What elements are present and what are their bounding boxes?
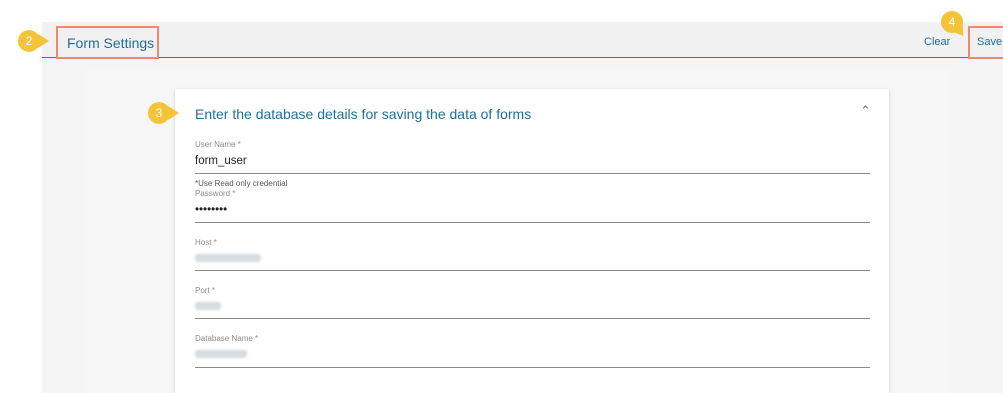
username-label: User Name * bbox=[195, 140, 241, 149]
username-input[interactable]: form_user bbox=[195, 155, 247, 167]
step-badge-4: 4 bbox=[941, 11, 963, 33]
chevron-up-icon[interactable]: ⌃ bbox=[860, 103, 871, 119]
database-name-input[interactable] bbox=[195, 350, 247, 358]
host-input[interactable] bbox=[195, 254, 261, 262]
port-label: Port * bbox=[195, 286, 216, 295]
host-underline bbox=[195, 270, 870, 271]
host-label: Host * bbox=[195, 238, 217, 247]
port-underline bbox=[195, 318, 870, 319]
page-title: Form Settings bbox=[67, 35, 155, 51]
step-badge-3: 3 bbox=[148, 102, 179, 124]
password-input[interactable]: •••••••• bbox=[195, 204, 227, 216]
username-underline bbox=[195, 173, 870, 174]
password-underline bbox=[195, 222, 870, 223]
port-input[interactable] bbox=[195, 302, 221, 310]
database-name-label: Database Name * bbox=[195, 334, 259, 343]
card-title: Enter the database details for saving th… bbox=[195, 106, 532, 122]
save-button[interactable]: Save bbox=[977, 36, 1002, 48]
header-bar bbox=[42, 22, 1003, 58]
step-badge-2: 2 bbox=[18, 30, 49, 52]
clear-button[interactable]: Clear bbox=[924, 36, 950, 48]
database-details-card bbox=[175, 89, 889, 393]
password-label: Password * bbox=[195, 189, 236, 198]
username-hint: *Use Read only credential bbox=[195, 179, 288, 188]
database-name-underline bbox=[195, 367, 870, 368]
